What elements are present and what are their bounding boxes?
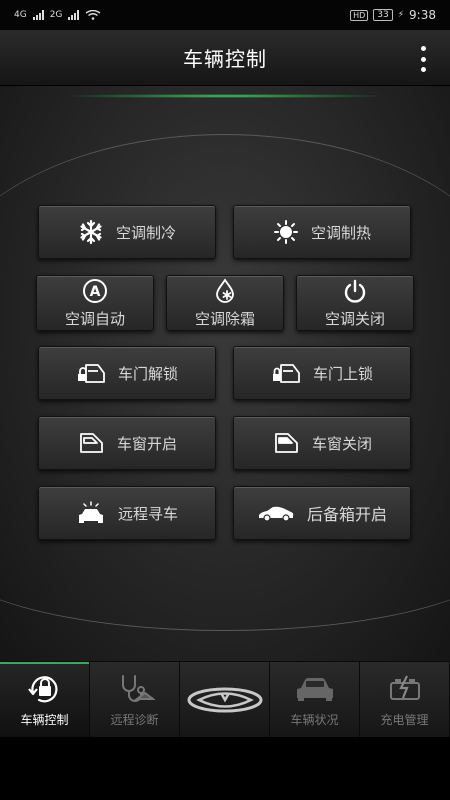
car-front-icon xyxy=(294,672,336,706)
hd-badge: HD xyxy=(350,9,369,21)
ac-defrost-button[interactable]: 空调除霜 xyxy=(166,275,284,331)
tab-remote-diagnosis-label: 远程诊断 xyxy=(110,712,159,727)
auto-a-icon: A xyxy=(82,278,108,304)
trunk-open-label: 后备箱开启 xyxy=(306,505,387,524)
window-open-label: 车窗开启 xyxy=(116,434,177,453)
page-title: 车辆控制 xyxy=(183,47,267,71)
brand-logo-icon xyxy=(185,678,265,722)
door-lock-label: 车门上锁 xyxy=(312,364,373,383)
stethoscope-icon xyxy=(115,672,155,706)
sun-icon xyxy=(273,219,299,245)
ac-cool-label: 空调制冷 xyxy=(115,223,176,242)
ac-auto-label: 空调自动 xyxy=(64,309,125,328)
bottom-tab-bar: 车辆控制 远程诊断 车辆状况 充电管理 xyxy=(0,661,450,737)
ac-off-label: 空调关闭 xyxy=(324,309,385,328)
tab-remote-diagnosis[interactable]: 远程诊断 xyxy=(90,662,180,737)
window-close-label: 车窗关闭 xyxy=(311,434,372,453)
control-panel: 空调制冷 空调制热 A 空调自动 空调除霜 空调关闭 车门解锁 车门上锁 车窗开… xyxy=(0,86,450,661)
header-glow-line xyxy=(70,94,380,98)
window-open-icon xyxy=(77,431,105,455)
signal-icon xyxy=(32,10,44,20)
car-side-icon xyxy=(257,504,295,522)
door-unlock-label: 车门解锁 xyxy=(117,364,178,383)
signal-icon-2 xyxy=(68,10,80,20)
svg-text:A: A xyxy=(90,284,101,300)
ac-cool-button[interactable]: 空调制冷 xyxy=(38,205,216,259)
decor-arc-bottom xyxy=(0,551,450,631)
network-type-2: 2G xyxy=(49,10,63,20)
tab-vehicle-control-label: 车辆控制 xyxy=(20,712,69,727)
bottom-safe-area xyxy=(0,737,450,800)
more-menu-button[interactable] xyxy=(416,46,430,72)
tab-vehicle-status[interactable]: 车辆状况 xyxy=(270,662,360,737)
battery-level: 33 xyxy=(373,9,393,21)
title-bar: 车辆控制 xyxy=(0,30,450,86)
find-car-label: 远程寻车 xyxy=(117,504,178,523)
status-bar: 4G 2G HD 33 ⚡ 9:38 xyxy=(0,0,450,30)
window-open-button[interactable]: 车窗开启 xyxy=(38,416,216,470)
find-car-button[interactable]: 远程寻车 xyxy=(38,486,216,540)
network-type-1: 4G xyxy=(14,10,27,20)
car-flash-icon xyxy=(76,501,106,525)
power-icon xyxy=(342,278,368,304)
trunk-open-button[interactable]: 后备箱开启 xyxy=(233,486,411,540)
more-vertical-icon xyxy=(420,46,426,51)
door-unlock-icon xyxy=(76,361,106,385)
defrost-drop-icon xyxy=(212,277,238,304)
ac-auto-button[interactable]: A 空调自动 xyxy=(36,275,154,331)
door-lock-icon xyxy=(271,361,301,385)
ac-heat-button[interactable]: 空调制热 xyxy=(233,205,411,259)
ac-off-button[interactable]: 空调关闭 xyxy=(296,275,414,331)
status-left: 4G 2G xyxy=(14,10,101,20)
tab-charging-management[interactable]: 充电管理 xyxy=(360,662,450,737)
tab-brand-home[interactable] xyxy=(180,662,270,737)
clock: 9:38 xyxy=(409,8,436,22)
door-unlock-button[interactable]: 车门解锁 xyxy=(38,346,216,400)
tab-charging-management-label: 充电管理 xyxy=(380,712,429,727)
charging-icon: ⚡ xyxy=(397,10,405,20)
window-close-icon xyxy=(272,431,300,455)
car-lock-icon xyxy=(25,672,65,706)
ac-defrost-label: 空调除霜 xyxy=(194,309,255,328)
window-close-button[interactable]: 车窗关闭 xyxy=(233,416,411,470)
tab-vehicle-status-label: 车辆状况 xyxy=(290,712,339,727)
battery-charge-icon xyxy=(385,672,425,706)
snowflake-icon xyxy=(78,219,104,245)
door-lock-button[interactable]: 车门上锁 xyxy=(233,346,411,400)
tab-vehicle-control[interactable]: 车辆控制 xyxy=(0,662,90,737)
ac-heat-label: 空调制热 xyxy=(310,223,371,242)
wifi-icon xyxy=(85,10,101,20)
status-right: HD 33 ⚡ 9:38 xyxy=(350,8,436,22)
